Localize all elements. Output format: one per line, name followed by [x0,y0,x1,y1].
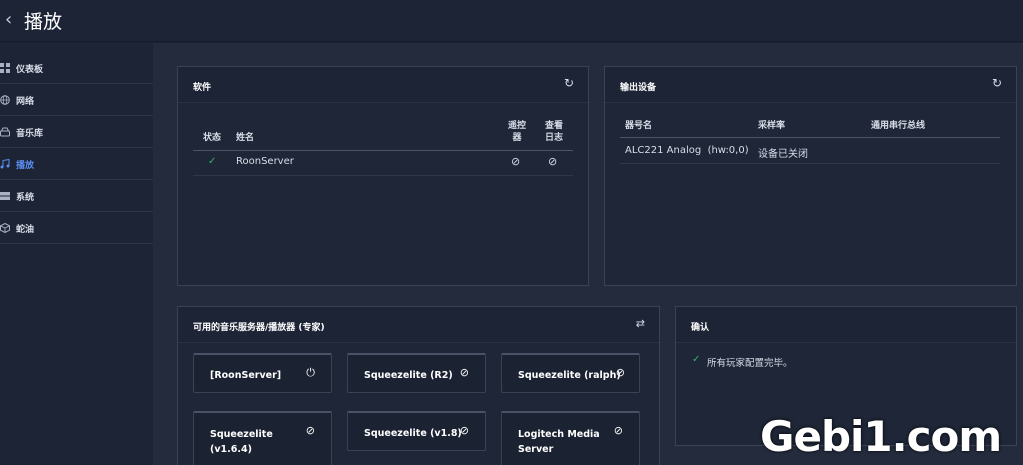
sidebar-item-label: 网络 [16,97,35,107]
refresh-icon[interactable]: ↻ [992,76,1002,90]
device-rate: 设备已关闭 [758,149,808,160]
confirm-title: 确认 [691,323,710,333]
disabled-icon[interactable]: ⊘ [548,155,557,168]
col-status: 状态 [203,133,222,143]
refresh-icon[interactable]: ↻ [564,76,574,90]
row-divider [193,175,573,176]
server-name: Squeezelite (v1.6.4) [210,429,273,455]
server-card-squeezelite-ralph[interactable]: Squeezelite (ralph) ⊘ [501,353,640,393]
sidebar-item-label: 音乐库 [16,129,44,139]
disabled-icon[interactable]: ⊘ [616,366,625,379]
table-header-divider [620,137,1000,138]
software-panel-header: 软件 ↻ [178,67,588,103]
page-title: 播放 [24,11,63,33]
dashboard-icon [0,63,10,73]
sidebar-item-snake-oil[interactable]: 蛇油 [0,213,153,244]
music-note-icon [0,159,10,169]
col-log-line1: 查看 [544,121,563,131]
servers-panel: 可用的音乐服务器/播放器 (专家) ⇄ [RoonServer] ⏻ Squee… [177,306,660,465]
sidebar-item-label: 播放 [16,161,35,171]
main-content: 软件 ↻ 状态 姓名 遥控 器 查看 日志 ✓ RoonServer ⊘ ⊘ 输… [153,43,1023,465]
server-icon [0,192,10,200]
sidebar-item-system[interactable]: 系统 [0,181,153,212]
server-name: Logitech Media Server [518,429,600,455]
sidebar-item-network[interactable]: 网络 [0,85,153,116]
server-card-squeezelite-v18[interactable]: Squeezelite (v1.8) ⊘ [347,411,486,451]
software-name: RoonServer [236,156,294,167]
col-sample-rate: 采样率 [758,121,786,131]
server-name: Squeezelite (ralph) [518,370,621,381]
sidebar: 仪表板 网络 音乐库 播放 系统 蛇油 [0,43,153,465]
col-usb: 通用串行总线 [871,121,926,131]
col-remote-line1: 遥控 [507,121,526,131]
check-icon: ✓ [208,156,217,167]
sidebar-item-playback[interactable]: 播放 [0,149,153,180]
disabled-icon[interactable]: ⊘ [460,366,469,379]
server-card-squeezelite-r2[interactable]: Squeezelite (R2) ⊘ [347,353,486,393]
top-bar: ‹ 播放 [0,0,1023,42]
col-device: 器号名 [625,121,653,131]
disabled-icon[interactable]: ⊘ [460,424,469,437]
server-card-squeezelite-v164[interactable]: Squeezelite (v1.6.4) ⊘ [193,411,332,465]
server-card-roonserver[interactable]: [RoonServer] ⏻ [193,353,332,393]
power-icon[interactable]: ⏻ [306,366,315,380]
server-name: [RoonServer] [210,370,282,381]
confirm-panel-header: 确认 [676,307,1016,343]
disabled-icon[interactable]: ⊘ [614,424,623,437]
table-header-divider [193,150,573,151]
sidebar-item-dashboard[interactable]: 仪表板 [0,53,153,84]
disabled-icon[interactable]: ⊘ [511,155,520,168]
server-name: Squeezelite (R2) [364,370,453,381]
col-remote-line2: 器 [512,133,522,143]
servers-panel-header: 可用的音乐服务器/播放器 (专家) ⇄ [178,307,659,343]
sidebar-item-label: 蛇油 [16,225,35,235]
globe-icon [0,95,10,105]
check-icon: ✓ [692,354,701,365]
output-title: 输出设备 [620,83,657,93]
package-icon [0,223,10,233]
sidebar-item-library[interactable]: 音乐库 [0,117,153,148]
chevron-left-icon[interactable]: ‹ [5,9,12,30]
server-name: Squeezelite (v1.8) [364,428,462,439]
sidebar-item-label: 系统 [16,193,35,203]
software-title: 软件 [193,83,212,93]
sidebar-item-label: 仪表板 [16,65,44,75]
drive-icon [0,127,10,137]
server-card-logitech-media-server[interactable]: Logitech Media Server ⊘ [501,411,640,465]
servers-title: 可用的音乐服务器/播放器 (专家) [193,323,325,333]
device-name: ALC221 Analog (hw:0,0) [625,145,749,156]
col-name: 姓名 [236,133,255,143]
output-devices-panel: 输出设备 ↻ 器号名 采样率 通用串行总线 ALC221 Analog (hw:… [604,66,1017,286]
watermark: Gebi1.com [760,412,1002,461]
swap-icon[interactable]: ⇄ [636,317,645,330]
row-divider [620,163,1000,164]
output-panel-header: 输出设备 ↻ [605,67,1016,103]
disabled-icon[interactable]: ⊘ [306,424,315,437]
col-log-line2: 日志 [544,133,563,143]
confirm-message: 所有玩家配置完毕。 [707,358,793,369]
software-panel: 软件 ↻ 状态 姓名 遥控 器 查看 日志 ✓ RoonServer ⊘ ⊘ [177,66,589,286]
